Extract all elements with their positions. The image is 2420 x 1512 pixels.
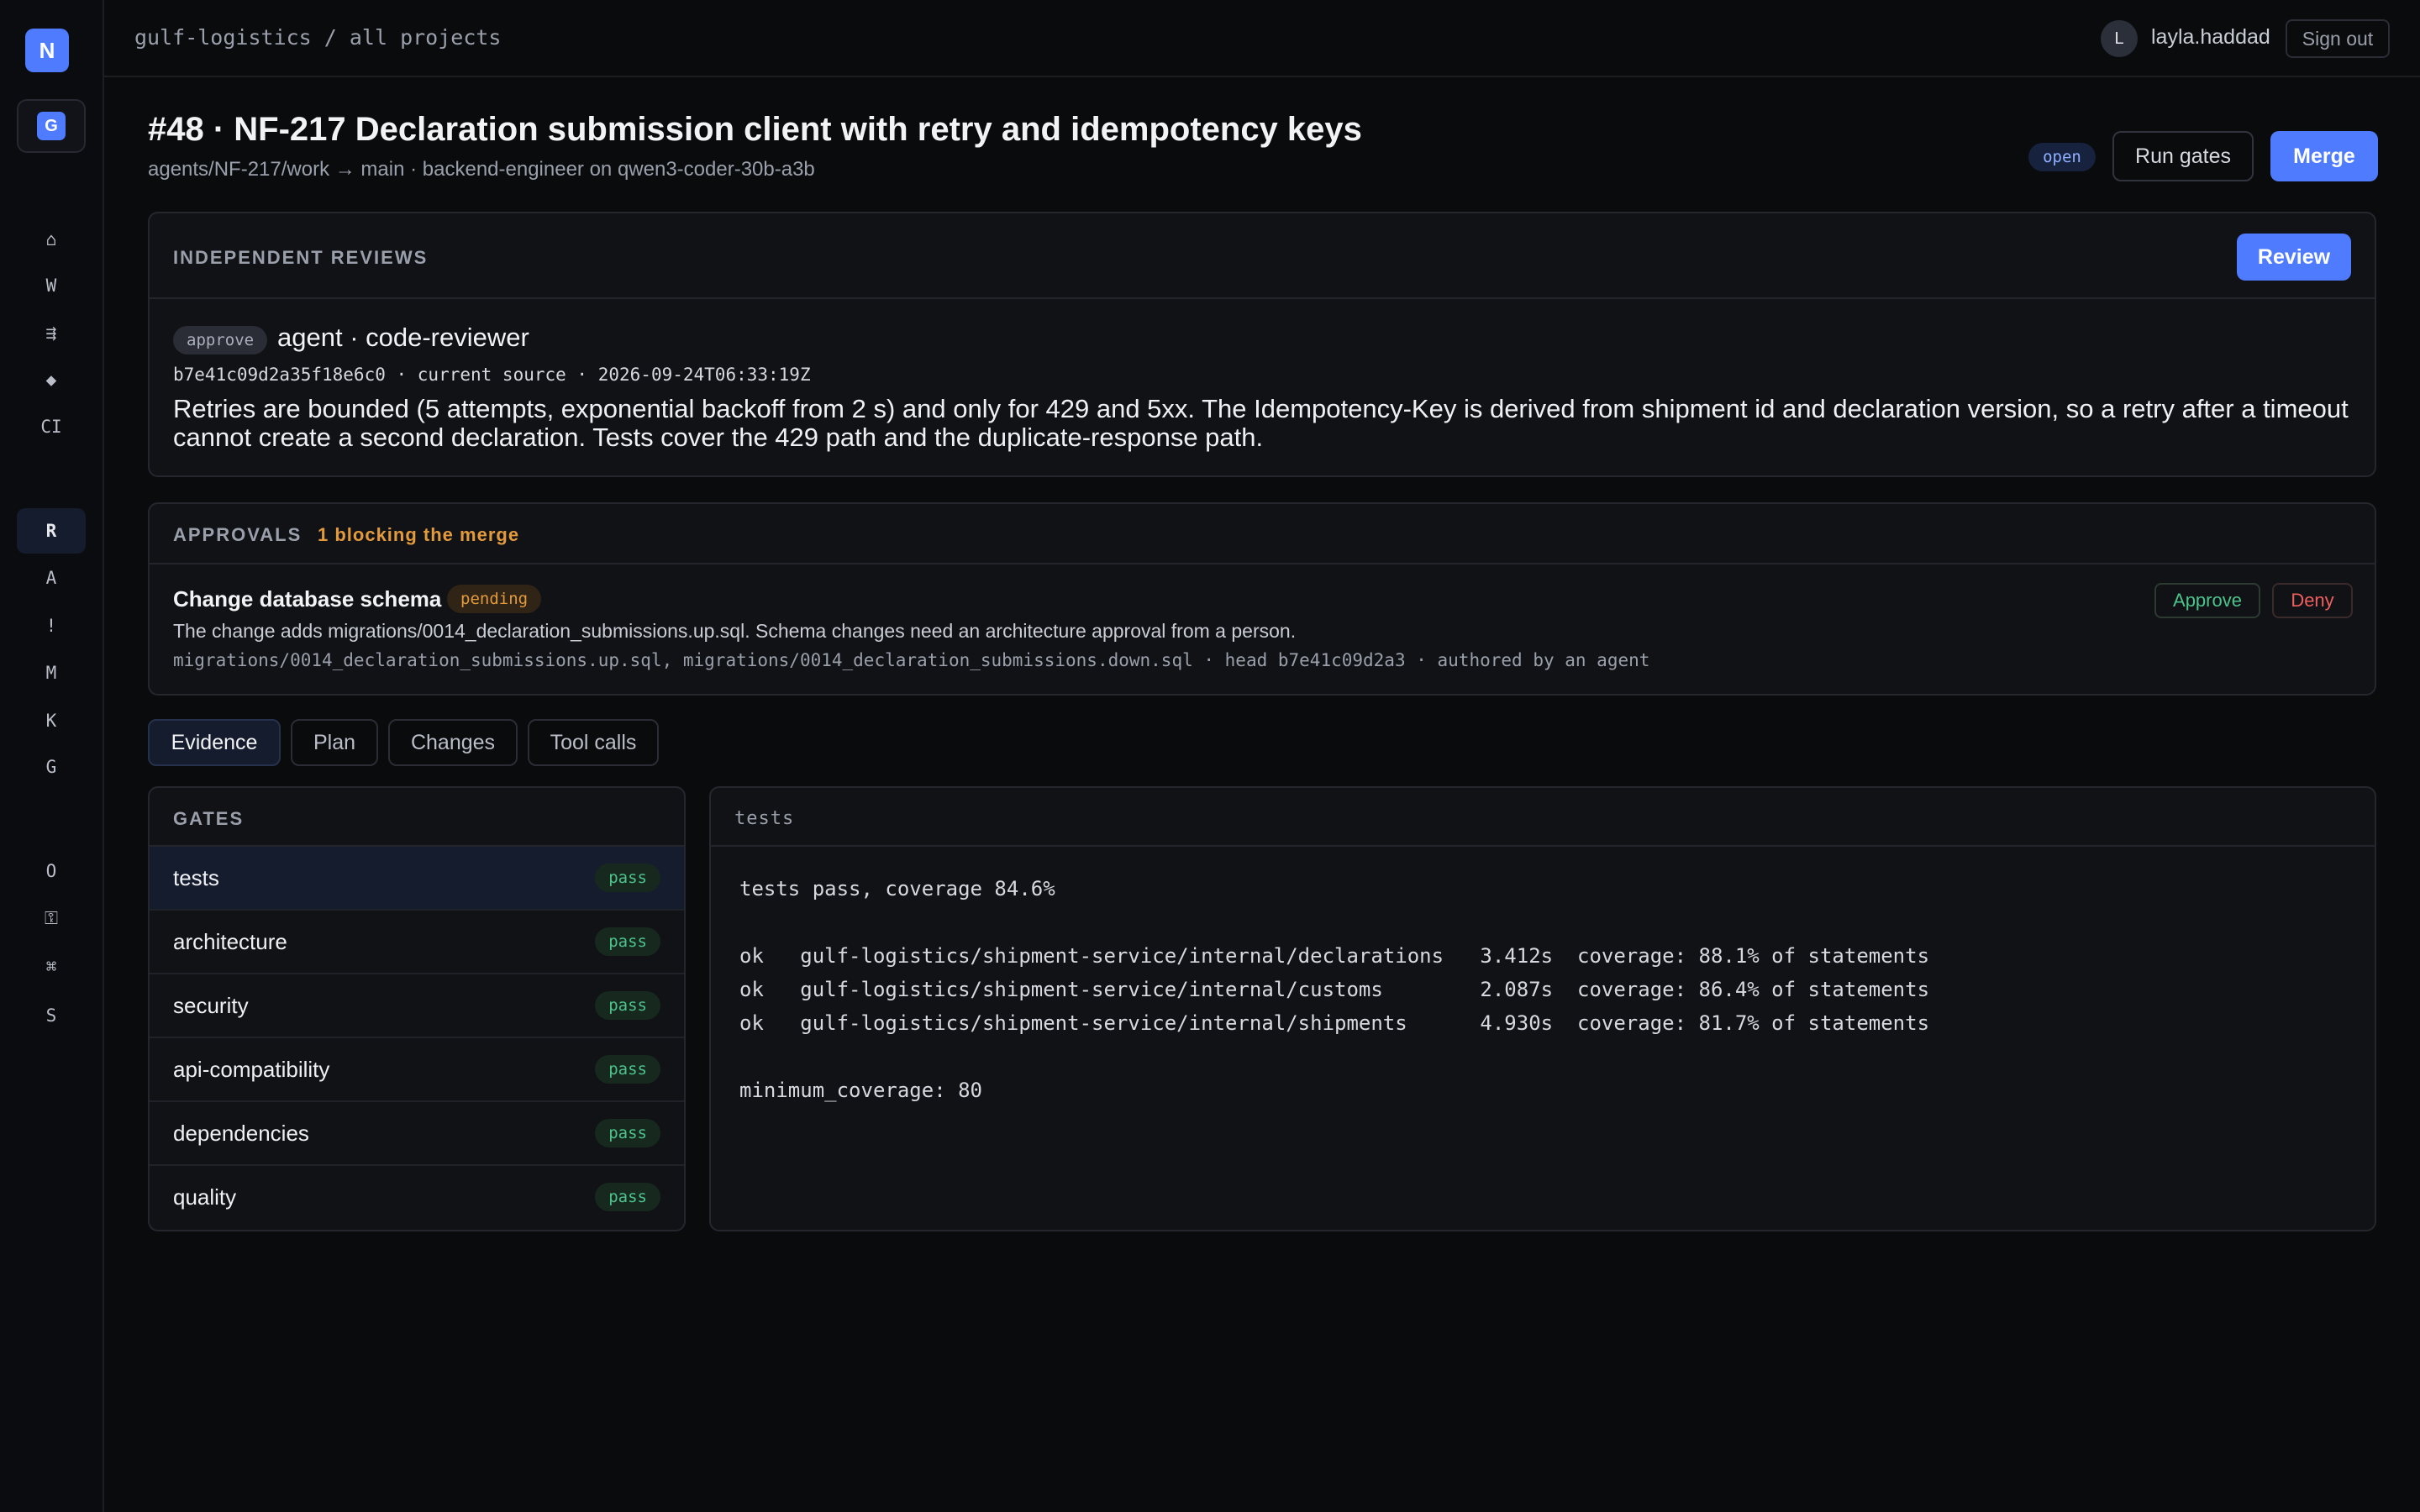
gate-row-api-compatibility[interactable]: api-compatibility pass [150, 1038, 684, 1102]
nav-k-icon[interactable]: K [17, 698, 86, 743]
output-line: ok gulf-logistics/shipment-service/inter… [739, 1011, 1930, 1035]
gate-name: tests [173, 865, 219, 890]
nav-diamond-icon[interactable]: ◆ [17, 357, 86, 402]
workspace-switcher[interactable]: G [17, 99, 86, 153]
page-title: #48 · NF-217 Declaration submission clie… [148, 111, 1362, 148]
reviews-header: INDEPENDENT REVIEWS Review [150, 213, 2375, 299]
nav-reviews-icon[interactable]: R [17, 508, 86, 554]
user-name: layla.haddad [2151, 25, 2270, 49]
nav-settings-icon[interactable]: S [17, 993, 86, 1038]
gate-status-badge: pass [595, 1055, 660, 1084]
gate-name: security [173, 993, 249, 1018]
output-title: tests [734, 808, 795, 829]
review-verdict-badge: approve [173, 326, 268, 354]
approval-description: The change adds migrations/0014_declarat… [173, 620, 1297, 642]
tab-tool-calls[interactable]: Tool calls [528, 719, 659, 766]
run-gates-button[interactable]: Run gates [2112, 131, 2254, 181]
gate-status-badge: pass [595, 864, 660, 892]
output-line: ok gulf-logistics/shipment-service/inter… [739, 944, 1930, 968]
status-badge: open [2028, 143, 2096, 171]
nav-work-icon[interactable]: W [17, 263, 86, 308]
gates-label: GATES [173, 808, 245, 829]
nav-home-icon[interactable]: ⌂ [17, 217, 86, 262]
approve-button[interactable]: Approve [2154, 583, 2260, 618]
gate-name: quality [173, 1184, 237, 1210]
gate-row-security[interactable]: security pass [150, 974, 684, 1038]
nav-agents-icon[interactable]: A [17, 555, 86, 601]
approval-meta: migrations/0014_declaration_submissions.… [173, 650, 1650, 670]
workspace-avatar: G [37, 112, 66, 140]
tab-evidence[interactable]: Evidence [148, 719, 281, 766]
output-line: tests pass, coverage 84.6% [739, 877, 1055, 900]
nav-alerts-icon[interactable]: ! [17, 603, 86, 648]
topbar: gulf-logistics / all projects L layla.ha… [104, 0, 2420, 77]
review-body: Retries are bounded (5 attempts, exponen… [173, 394, 2349, 452]
approvals-label: APPROVALS [173, 524, 302, 545]
gates-panel: GATES tests pass architecture pass secur… [148, 786, 686, 1231]
gate-status-badge: pass [595, 1183, 660, 1211]
output-header: tests [711, 788, 2375, 847]
gate-row-tests[interactable]: tests pass [150, 847, 684, 911]
gate-status-badge: pass [595, 927, 660, 956]
gates-header: GATES [150, 788, 684, 847]
nav-m-icon[interactable]: M [17, 650, 86, 696]
review-button[interactable]: Review [2237, 234, 2351, 281]
gate-status-badge: pass [595, 1119, 660, 1147]
gate-row-architecture[interactable]: architecture pass [150, 911, 684, 974]
breadcrumb[interactable]: gulf-logistics / all projects [134, 25, 502, 50]
deny-button[interactable]: Deny [2272, 583, 2353, 618]
output-line: ok gulf-logistics/shipment-service/inter… [739, 978, 1930, 1001]
reviews-label: INDEPENDENT REVIEWS [173, 247, 429, 268]
approvals-panel: APPROVALS 1 blocking the merge Change da… [148, 502, 2376, 696]
gate-name: api-compatibility [173, 1057, 330, 1082]
blocking-count: 1 blocking the merge [318, 524, 520, 545]
app-logo[interactable]: N [25, 29, 69, 72]
reviews-panel: INDEPENDENT REVIEWS Review approve agent… [148, 212, 2376, 477]
review-meta: b7e41c09d2a35f18e6c0 · current source · … [173, 365, 811, 385]
gate-status-badge: pass [595, 991, 660, 1020]
gate-output-panel: tests tests pass, coverage 84.6% ok gulf… [709, 786, 2376, 1231]
nav-queue-icon[interactable]: ⇶ [17, 310, 86, 355]
tab-changes[interactable]: Changes [388, 719, 518, 766]
gate-name: architecture [173, 929, 287, 954]
tab-plan[interactable]: Plan [291, 719, 378, 766]
nav-ci-icon[interactable]: CI [17, 404, 86, 449]
gate-row-quality[interactable]: quality pass [150, 1166, 684, 1230]
pending-badge: pending [447, 585, 542, 613]
sign-out-button[interactable]: Sign out [2286, 19, 2390, 58]
approval-title: Change database schema [173, 586, 442, 612]
sidebar: N G ⌂ W ⇶ ◆ CI R A ! M K G O ⚿ ⌘ S [0, 0, 104, 1512]
gate-name: dependencies [173, 1121, 309, 1146]
merge-button[interactable]: Merge [2270, 131, 2378, 181]
reviewer-name: agent · code-reviewer [277, 323, 529, 352]
nav-g-icon[interactable]: G [17, 744, 86, 790]
output-line: minimum_coverage: 80 [739, 1079, 982, 1102]
gate-row-dependencies[interactable]: dependencies pass [150, 1102, 684, 1166]
nav-o-icon[interactable]: O [17, 848, 86, 894]
nav-command-icon[interactable]: ⌘ [17, 944, 86, 990]
avatar[interactable]: L [2101, 20, 2138, 57]
nav-key-icon[interactable]: ⚿ [17, 895, 86, 941]
branch-info: agents/NF-217/work → main · backend-engi… [148, 158, 815, 181]
approvals-header: APPROVALS 1 blocking the merge [150, 504, 2375, 564]
